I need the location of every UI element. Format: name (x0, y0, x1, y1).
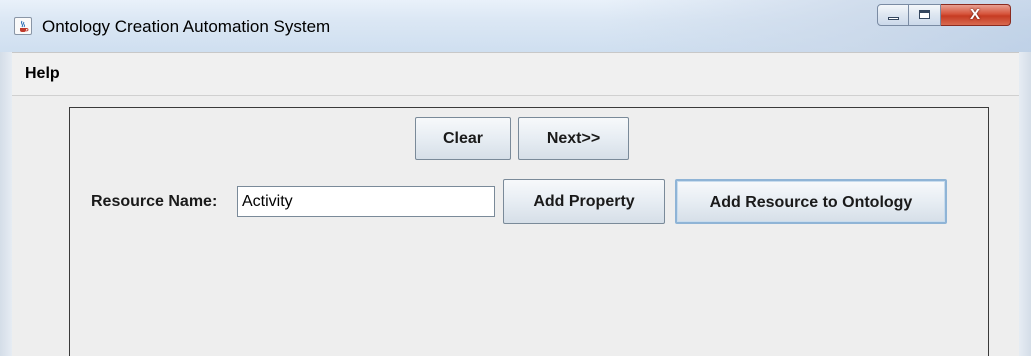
minimize-button[interactable] (877, 4, 909, 26)
title-bar[interactable]: Ontology Creation Automation System X (0, 0, 1031, 52)
menu-item-help[interactable]: Help (25, 65, 60, 83)
content-area (12, 96, 1019, 356)
clear-button[interactable]: Clear (415, 117, 511, 160)
app-window: Ontology Creation Automation System X He… (0, 0, 1031, 356)
window-frame-right (1019, 52, 1031, 356)
menu-bar: Help (12, 52, 1019, 96)
maximize-icon (919, 10, 930, 19)
minimize-icon (888, 17, 899, 20)
java-cup-icon[interactable] (14, 17, 32, 35)
add-property-button[interactable]: Add Property (503, 179, 665, 224)
next-button[interactable]: Next>> (518, 117, 629, 160)
window-frame-left (0, 52, 12, 356)
window-title: Ontology Creation Automation System (42, 17, 331, 36)
resource-name-input[interactable] (237, 186, 495, 217)
resource-name-label: Resource Name: (91, 193, 218, 210)
add-resource-to-ontology-button[interactable]: Add Resource to Ontology (675, 179, 947, 224)
close-button[interactable]: X (941, 4, 1011, 26)
close-icon: X (969, 6, 980, 23)
maximize-button[interactable] (909, 4, 941, 26)
